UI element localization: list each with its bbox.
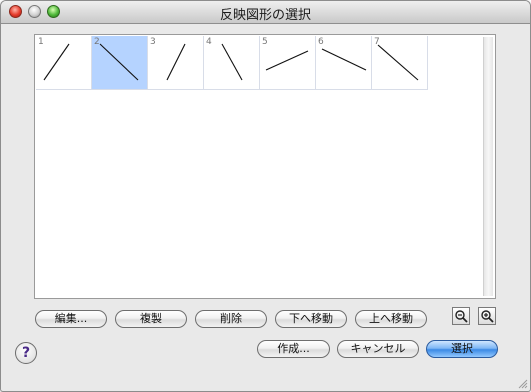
- thumbnail-item[interactable]: 5: [260, 36, 316, 90]
- duplicate-button[interactable]: 複製: [115, 310, 187, 328]
- thumbnail-preview: [43, 43, 70, 81]
- create-button[interactable]: 作成...: [257, 340, 330, 358]
- delete-button[interactable]: 削除: [195, 310, 267, 328]
- thumbnail-preview: [265, 50, 309, 71]
- thumbnail-item[interactable]: 7: [372, 36, 428, 90]
- thumbnail-item[interactable]: 3: [148, 36, 204, 90]
- help-icon: ?: [21, 345, 31, 361]
- shape-line: [377, 44, 419, 81]
- zoom-in-button[interactable]: [478, 307, 496, 325]
- thumbnail-grid: 1234567: [36, 36, 428, 92]
- thumbnail-preview: [166, 43, 186, 81]
- thumbnail-preview: [221, 43, 243, 81]
- vertical-scrollbar[interactable]: [483, 37, 493, 296]
- move-down-button[interactable]: 下へ移動: [275, 310, 347, 328]
- zoom-out-icon: [455, 310, 468, 323]
- shape-line: [99, 43, 139, 81]
- window-title: 反映図形の選択: [219, 8, 311, 23]
- thumbnail-item[interactable]: 6: [316, 36, 372, 90]
- cancel-button[interactable]: キャンセル: [337, 340, 419, 358]
- help-button[interactable]: ?: [15, 342, 37, 364]
- select-button[interactable]: 選択: [426, 340, 498, 358]
- shape-list-panel: 1234567: [34, 34, 496, 299]
- thumbnail-item[interactable]: 4: [204, 36, 260, 90]
- title-bar[interactable]: 反映図形の選択: [1, 1, 530, 24]
- shape-line: [43, 43, 70, 81]
- thumbnail-item[interactable]: 2: [92, 36, 148, 90]
- shape-line: [265, 50, 309, 71]
- move-up-button[interactable]: 上へ移動: [355, 310, 427, 328]
- zoom-out-button[interactable]: [452, 307, 470, 325]
- thumbnail-preview: [99, 43, 139, 81]
- dialog-window: 反映図形の選択 1234567 編集... 複製 削除 下へ移動 上へ移動 ? …: [0, 0, 531, 392]
- edit-button[interactable]: 編集...: [35, 310, 107, 328]
- shape-line: [221, 43, 243, 81]
- thumbnail-preview: [377, 44, 419, 81]
- thumbnail-item[interactable]: 1: [36, 36, 92, 90]
- zoom-in-icon: [481, 310, 494, 323]
- shape-line: [166, 43, 186, 81]
- thumbnail-preview: [321, 48, 367, 71]
- resize-grip-icon[interactable]: [516, 377, 528, 389]
- shape-line: [321, 48, 367, 71]
